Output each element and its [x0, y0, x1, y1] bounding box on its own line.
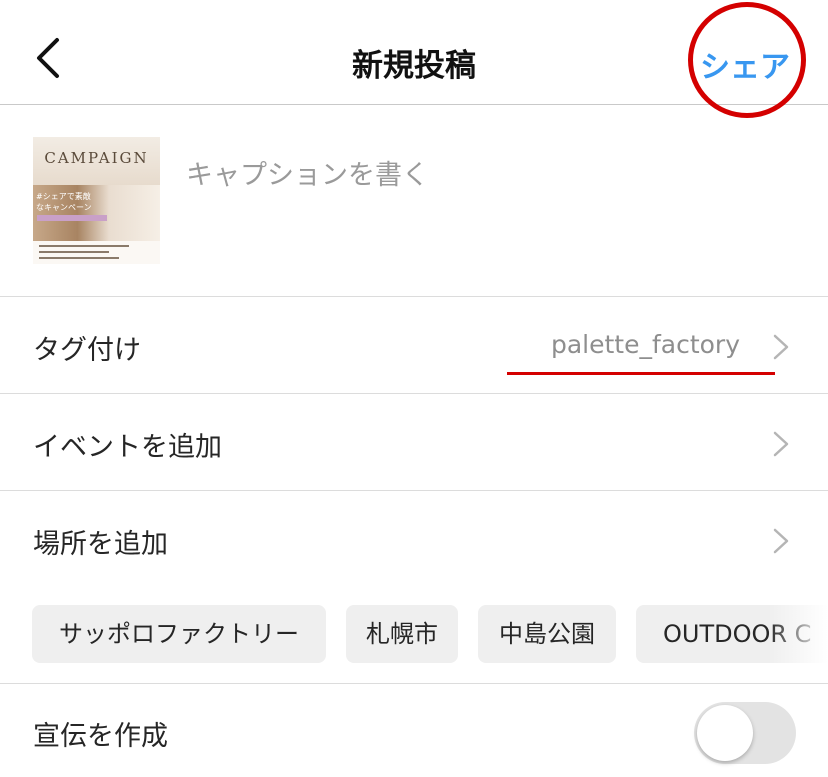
post-compose-row: CAMPAIGN #シェアで素敵なキャンペーン キャプションを書く [0, 105, 828, 297]
post-thumbnail[interactable]: CAMPAIGN #シェアで素敵なキャンペーン [33, 137, 160, 264]
tag-people-row[interactable]: タグ付け palette_factory [0, 297, 828, 394]
caption-input[interactable]: キャプションを書く [186, 153, 429, 192]
create-promotion-row: 宣伝を作成 [0, 684, 828, 777]
add-event-label: イベントを追加 [33, 432, 222, 463]
top-bar: 新規投稿 シェア [0, 0, 828, 118]
thumbnail-text-line [39, 245, 129, 247]
location-chip[interactable]: OUTDOOR C [636, 605, 828, 663]
location-chip[interactable]: 札幌市 [346, 605, 458, 663]
chevron-right-icon [773, 528, 789, 554]
thumbnail-info-area [33, 241, 160, 264]
thumbnail-text-line [39, 257, 119, 259]
thumbnail-text-line [39, 251, 109, 253]
thumbnail-campaign-text: CAMPAIGN [44, 149, 149, 167]
chevron-right-icon [773, 334, 789, 360]
add-location-row[interactable]: 場所を追加 [0, 491, 828, 588]
tag-underline-annotation [507, 372, 775, 375]
create-promotion-label: 宣伝を作成 [33, 721, 168, 752]
promotion-toggle[interactable] [694, 702, 796, 764]
location-suggestions: サッポロファクトリー 札幌市 中島公園 OUTDOOR C [0, 587, 828, 684]
add-location-label: 場所を追加 [33, 529, 168, 560]
location-chip[interactable]: 中島公園 [478, 605, 616, 663]
toggle-knob [697, 705, 753, 761]
thumbnail-photo-text: #シェアで素敵なキャンペーン [36, 192, 92, 212]
add-event-row[interactable]: イベントを追加 [0, 394, 828, 491]
location-chip[interactable]: サッポロファクトリー [32, 605, 326, 663]
tag-people-label: タグ付け [33, 335, 141, 366]
share-button[interactable]: シェア [700, 42, 790, 86]
tagged-account-value: palette_factory [550, 330, 740, 359]
thumbnail-band [37, 215, 107, 221]
chevron-right-icon [773, 431, 789, 457]
